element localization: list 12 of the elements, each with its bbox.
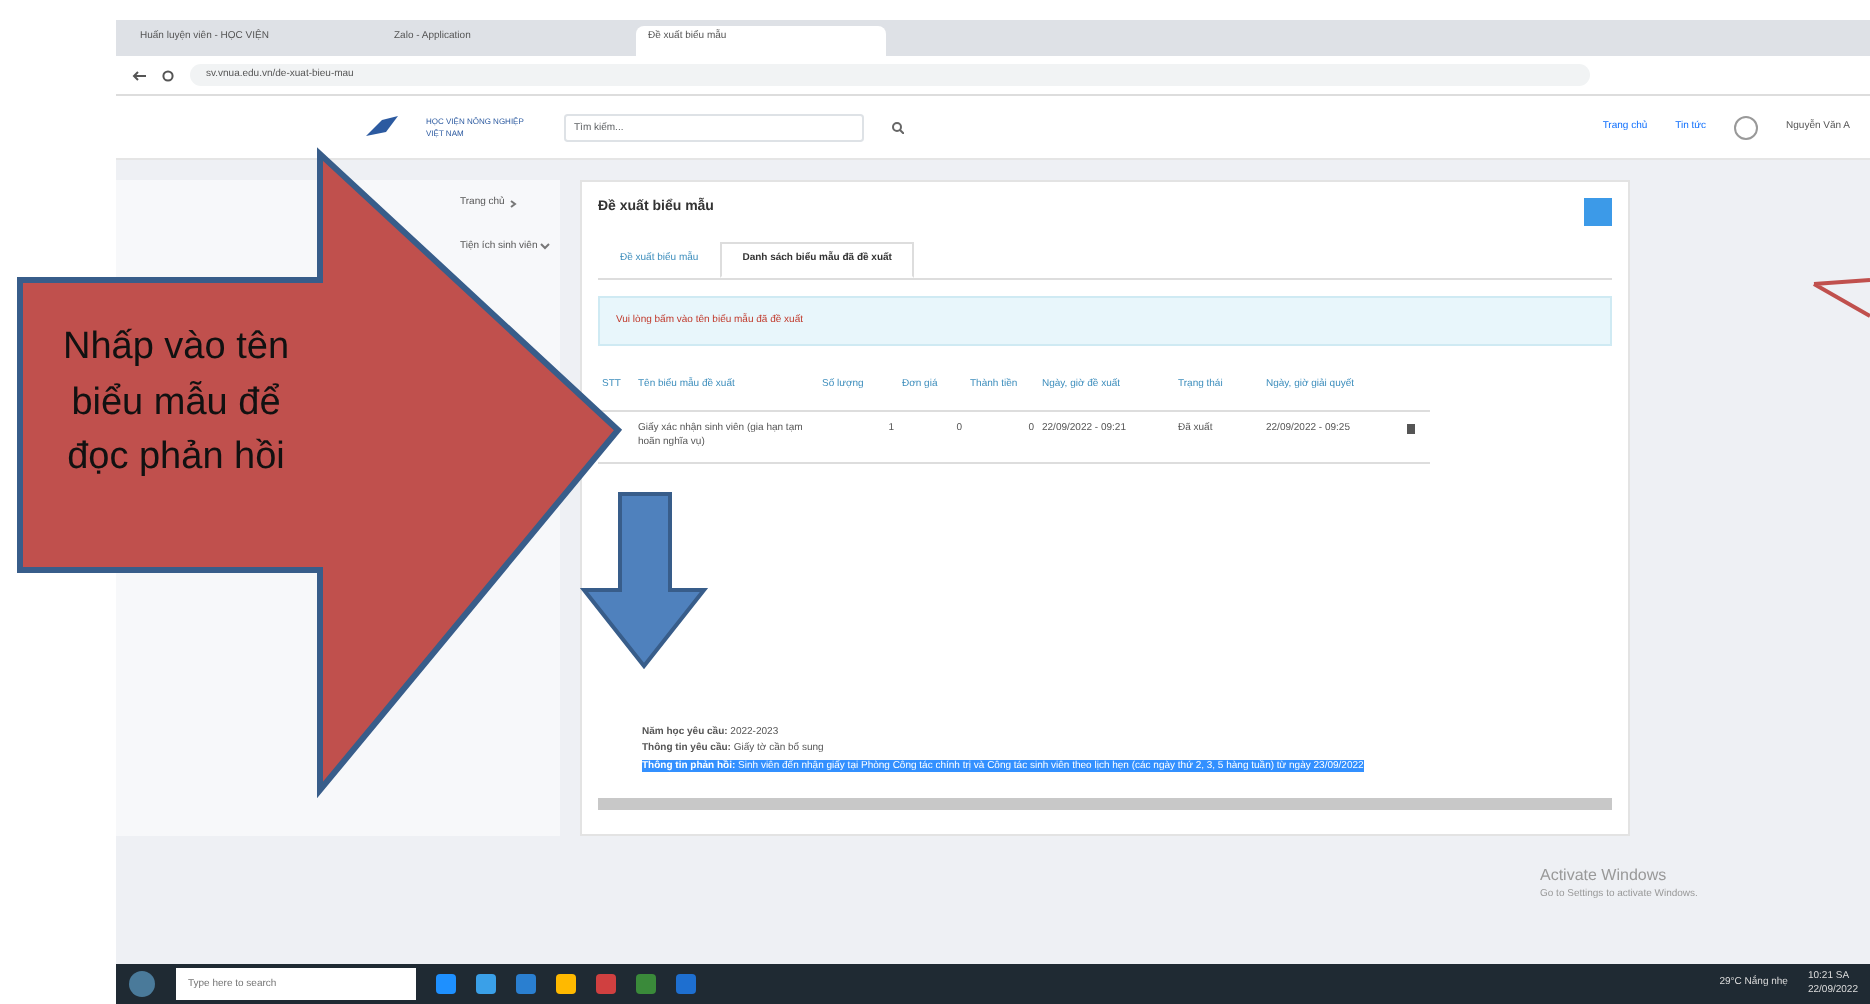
- start-icon[interactable]: [128, 970, 156, 998]
- activation-title: Activate Windows: [1540, 864, 1669, 888]
- search-icon[interactable]: [892, 121, 904, 133]
- reload-icon[interactable]: [162, 69, 174, 81]
- back-icon[interactable]: [132, 69, 146, 81]
- chevron-icon[interactable]: [539, 242, 550, 251]
- horizontal-scrollbar[interactable]: [598, 798, 1612, 810]
- callout-arrow-tip: [1810, 276, 1870, 320]
- user-avatar-icon[interactable]: [1734, 115, 1759, 139]
- trash-icon[interactable]: [1406, 421, 1416, 433]
- chevron-icon[interactable]: [507, 199, 518, 208]
- callout-text: Nhấp vào tên biểu mẫu để đọc phản hồi: [60, 324, 292, 483]
